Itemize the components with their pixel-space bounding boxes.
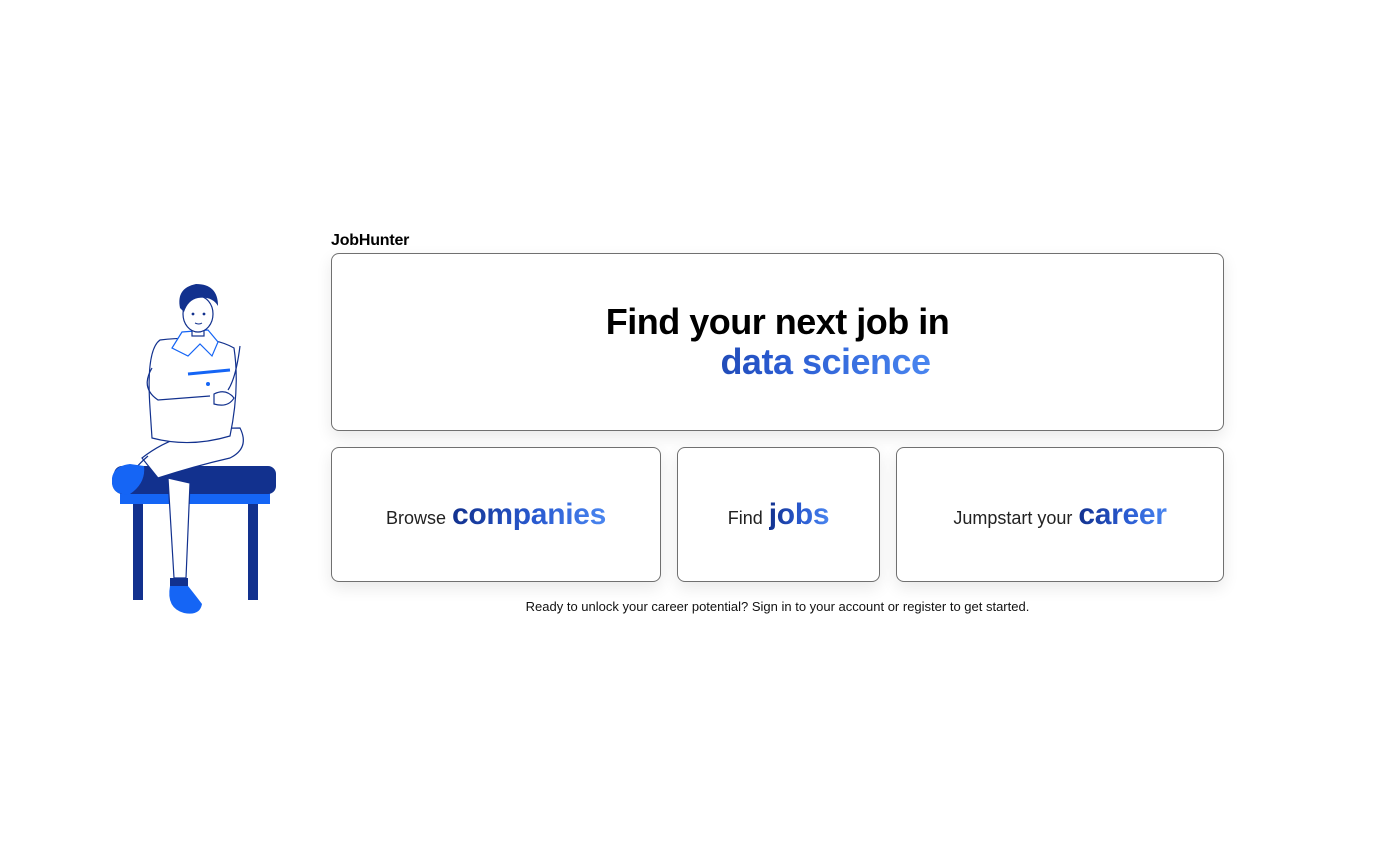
jumpstart-career-emphasis: career bbox=[1078, 497, 1167, 531]
find-jobs-card[interactable]: Find jobs bbox=[677, 447, 880, 582]
browse-companies-emphasis: companies bbox=[452, 497, 607, 531]
person-on-bench-illustration bbox=[112, 284, 276, 614]
landing-page: JobHunter Find your next job in data sci… bbox=[0, 0, 1383, 858]
find-jobs-prefix: Find bbox=[727, 507, 763, 528]
signin-prompt-text: Ready to unlock your career potential? S… bbox=[525, 599, 1030, 614]
browse-companies-prefix: Browse bbox=[385, 507, 446, 528]
jumpstart-career-prefix: Jumpstart your bbox=[953, 507, 1073, 528]
hero-heading: Find your next job in bbox=[605, 301, 950, 342]
hero-card: Find your next job in data science bbox=[331, 253, 1224, 431]
find-jobs-emphasis: jobs bbox=[768, 497, 830, 531]
browse-companies-card[interactable]: Browse companies bbox=[331, 447, 661, 582]
jumpstart-career-card[interactable]: Jumpstart your career bbox=[896, 447, 1224, 582]
hero-heading-highlight: data science bbox=[624, 342, 931, 382]
brand-logo-text[interactable]: JobHunter bbox=[331, 232, 409, 250]
